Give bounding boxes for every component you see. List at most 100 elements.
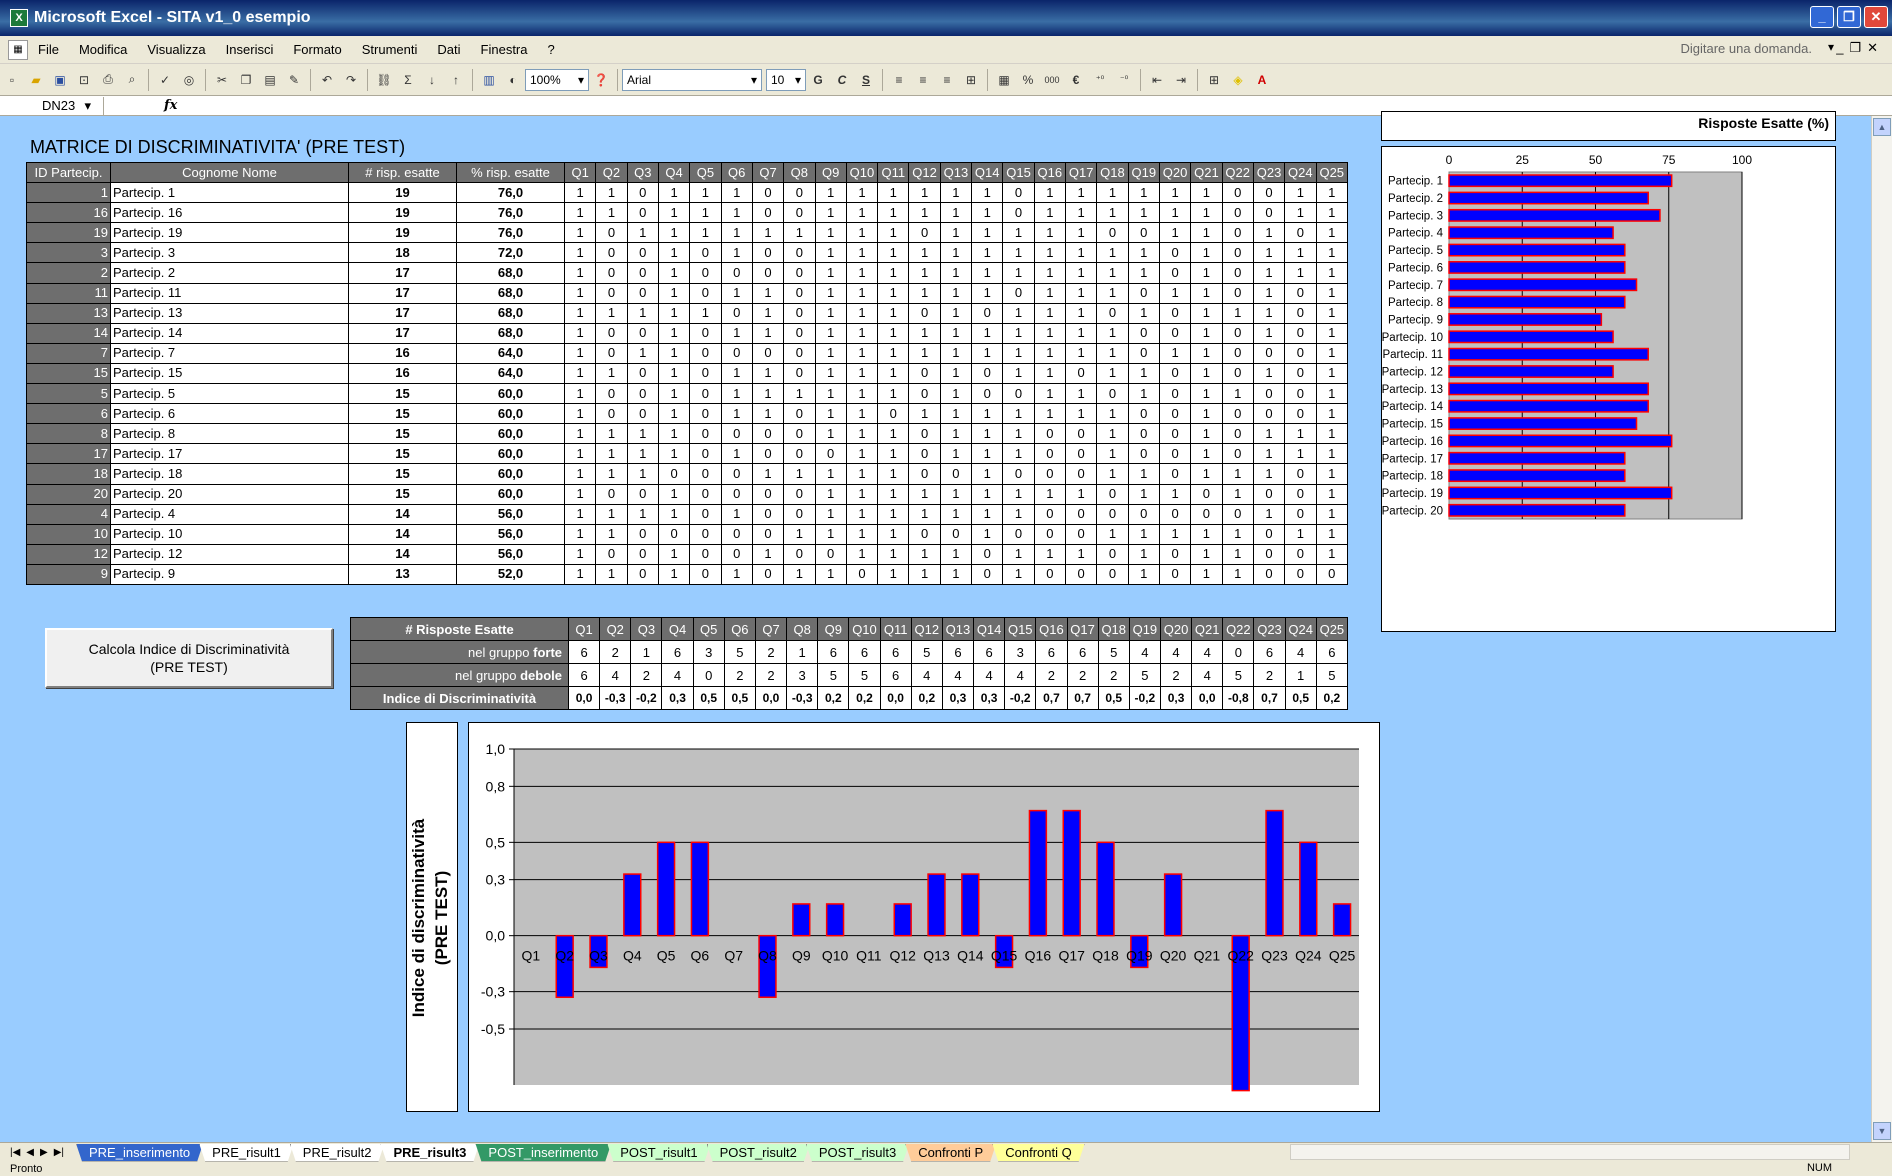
participant-name-cell[interactable]: Partecip. 11: [110, 282, 349, 304]
answer-cell[interactable]: 0: [1033, 523, 1067, 545]
answer-cell[interactable]: 1: [1252, 282, 1286, 304]
answer-cell[interactable]: 1: [563, 383, 597, 405]
correct-percent-cell[interactable]: 64,0: [456, 342, 565, 364]
correct-percent-cell[interactable]: 56,0: [456, 543, 565, 565]
answer-cell[interactable]: 1: [563, 342, 597, 364]
answer-cell[interactable]: 0: [1315, 563, 1348, 585]
underline-button[interactable]: S: [856, 70, 876, 90]
vertical-scrollbar[interactable]: ▲ ▼: [1871, 116, 1892, 1142]
bar[interactable]: [1332, 903, 1352, 937]
answer-cell[interactable]: 1: [971, 342, 1004, 364]
discrimination-index-cell[interactable]: -0,2: [1128, 686, 1161, 710]
thousands-button[interactable]: 000: [1042, 70, 1062, 90]
forte-count-cell[interactable]: 1: [786, 640, 819, 664]
correct-percent-cell[interactable]: 60,0: [456, 423, 565, 445]
answer-cell[interactable]: 0: [751, 182, 785, 204]
forte-count-cell[interactable]: 6: [848, 640, 881, 664]
answer-cell[interactable]: 0: [751, 523, 785, 545]
answer-cell[interactable]: 1: [1096, 403, 1129, 425]
answer-cell[interactable]: 1: [814, 342, 847, 364]
copy-icon[interactable]: ❐: [236, 70, 256, 90]
answer-cell[interactable]: 0: [1158, 463, 1192, 485]
participant-name-cell[interactable]: Partecip. 18: [110, 463, 349, 485]
answer-cell[interactable]: 1: [877, 262, 910, 284]
answer-cell[interactable]: 1: [1190, 563, 1223, 585]
participant-name-cell[interactable]: Partecip. 8: [110, 423, 349, 445]
answer-cell[interactable]: 1: [908, 503, 941, 525]
forte-count-cell[interactable]: 6: [567, 640, 601, 664]
answer-cell[interactable]: 1: [908, 342, 941, 364]
answer-cell[interactable]: 0: [751, 443, 785, 465]
correct-count-cell[interactable]: 15: [348, 403, 457, 425]
answer-cell[interactable]: 1: [845, 403, 879, 425]
answer-cell[interactable]: 0: [720, 543, 753, 565]
answer-cell[interactable]: 1: [563, 262, 597, 284]
answer-cell[interactable]: 0: [1096, 563, 1129, 585]
answer-cell[interactable]: 1: [1158, 523, 1192, 545]
save-icon[interactable]: ▣: [50, 70, 70, 90]
answer-cell[interactable]: 0: [689, 543, 722, 565]
answer-cell[interactable]: 1: [657, 282, 691, 304]
forte-count-cell[interactable]: 6: [941, 640, 975, 664]
answer-cell[interactable]: 0: [1252, 563, 1286, 585]
answer-cell[interactable]: 1: [783, 523, 816, 545]
answer-cell[interactable]: 0: [783, 362, 816, 385]
answer-cell[interactable]: 0: [1033, 563, 1067, 585]
participant-name-cell[interactable]: Partecip. 19: [110, 222, 349, 244]
menu-finestra[interactable]: Finestra: [471, 42, 538, 57]
permission-icon[interactable]: ⊡: [74, 70, 94, 90]
bold-button[interactable]: G: [808, 70, 828, 90]
answer-cell[interactable]: 0: [626, 403, 659, 425]
answer-cell[interactable]: 0: [595, 342, 628, 364]
answer-cell[interactable]: 1: [1284, 182, 1317, 204]
forte-count-cell[interactable]: 6: [817, 640, 850, 664]
answer-cell[interactable]: 1: [814, 202, 847, 224]
forte-count-cell[interactable]: 2: [754, 640, 788, 664]
help-icon[interactable]: ❓: [591, 70, 611, 90]
participant-name-cell[interactable]: Partecip. 5: [110, 383, 349, 405]
answer-cell[interactable]: 1: [689, 302, 722, 324]
correct-count-cell[interactable]: 15: [348, 423, 457, 445]
answer-cell[interactable]: 1: [845, 302, 879, 324]
participant-id-cell[interactable]: 12: [26, 543, 111, 565]
participant-id-cell[interactable]: 1: [26, 182, 111, 204]
answer-cell[interactable]: 1: [595, 463, 628, 485]
bar[interactable]: [1448, 208, 1661, 222]
answer-cell[interactable]: 1: [877, 302, 910, 324]
answer-cell[interactable]: 1: [1002, 322, 1035, 344]
answer-cell[interactable]: 0: [626, 362, 659, 385]
answer-cell[interactable]: 0: [1284, 342, 1317, 364]
answer-cell[interactable]: 0: [1252, 383, 1286, 405]
participant-id-cell[interactable]: 19: [26, 222, 111, 244]
participant-id-cell[interactable]: 17: [26, 443, 111, 465]
name-box[interactable]: DN23 ▾: [0, 96, 104, 115]
answer-cell[interactable]: 1: [1158, 483, 1192, 505]
discrimination-index-cell[interactable]: -0,3: [786, 686, 819, 710]
debole-count-cell[interactable]: 4: [973, 663, 1006, 687]
answer-cell[interactable]: 1: [563, 222, 597, 244]
next-sheet-icon[interactable]: ▶: [40, 1147, 48, 1158]
bar[interactable]: [1448, 469, 1626, 483]
answer-cell[interactable]: 1: [626, 302, 659, 324]
answer-cell[interactable]: 0: [1284, 503, 1317, 525]
borders-icon[interactable]: ⊞: [1204, 70, 1224, 90]
answer-cell[interactable]: 1: [845, 503, 879, 525]
answer-cell[interactable]: 1: [1033, 202, 1067, 224]
answer-cell[interactable]: 0: [1221, 503, 1254, 525]
answer-cell[interactable]: 1: [971, 403, 1004, 425]
discrimination-index-cell[interactable]: -0,3: [599, 686, 632, 710]
answer-cell[interactable]: 1: [657, 182, 691, 204]
menu-file[interactable]: File: [28, 42, 69, 57]
answer-cell[interactable]: 1: [595, 182, 628, 204]
answer-cell[interactable]: 1: [720, 563, 753, 585]
answer-cell[interactable]: 1: [1033, 403, 1067, 425]
bar[interactable]: [1448, 451, 1626, 465]
sheet-tab[interactable]: POST_inserimento: [475, 1144, 611, 1162]
answer-cell[interactable]: 1: [1096, 423, 1129, 445]
answer-cell[interactable]: 1: [1315, 503, 1348, 525]
answer-cell[interactable]: 1: [563, 322, 597, 344]
answer-cell[interactable]: 0: [1284, 322, 1317, 344]
answer-cell[interactable]: 0: [657, 463, 691, 485]
answer-cell[interactable]: 1: [1315, 302, 1348, 324]
answer-cell[interactable]: 1: [1002, 483, 1035, 505]
